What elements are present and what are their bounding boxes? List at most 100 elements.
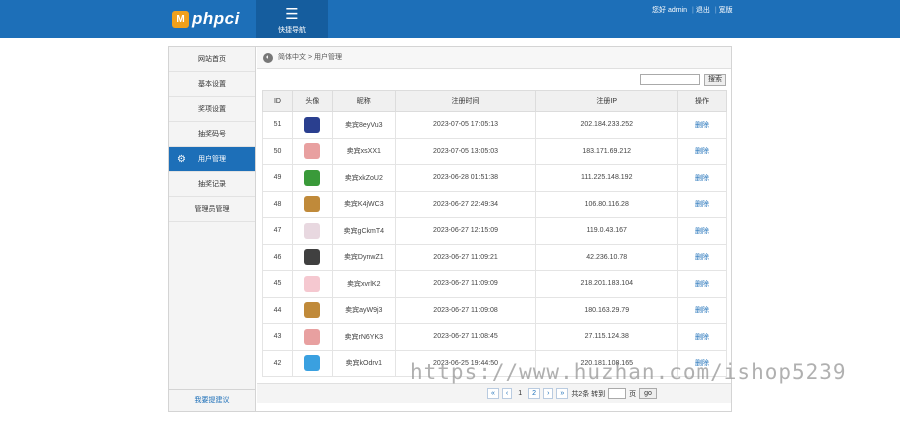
cell-avatar [291,323,333,351]
globe-icon: ◐ [263,52,273,63]
cell-reg-ip: 180.163.29.79 [535,296,679,324]
sidebar-item-lottery-codes[interactable]: 抽奖码号 [169,122,255,147]
breadcrumb-text: 简体中文 > 用户管理 [278,53,342,61]
logo[interactable]: M phpci [172,9,240,29]
cell-nickname: 卖宾K4jWC3 [331,190,396,218]
delete-link[interactable]: 删除 [677,111,727,139]
content-area: ◐ 简体中文 > 用户管理 搜索 ID 头像 昵称 注册时间 注册IP 操作 5… [257,47,731,411]
logo-text: phpci [192,9,240,28]
page-jump-input[interactable] [608,388,627,399]
sidebar-item-admin-management[interactable]: 管理员管理 [169,197,255,222]
page-number[interactable]: 1 [515,390,525,397]
go-button[interactable]: go [639,388,657,399]
cell-id: 42 [262,349,293,377]
delete-link[interactable]: 删除 [677,137,727,165]
cell-id: 43 [262,323,293,351]
sidebar-item-label: 基本设置 [198,81,226,88]
page-number-current[interactable]: 2 [528,388,541,399]
last-page-button[interactable]: » [556,388,569,399]
cell-avatar [291,243,333,271]
sidebar-item-basic-settings[interactable]: 基本设置 [169,72,255,97]
avatar [304,196,321,213]
cell-reg-time: 2023-06-27 22:49:34 [394,190,537,218]
cell-avatar [291,137,333,165]
delete-link[interactable]: 删除 [677,164,727,192]
table-row: 45 卖宾xvrlK2 2023-06-27 11:09:09 218.201.183… [262,270,727,298]
quick-nav-button[interactable]: ☰ 快捷导航 [256,0,328,38]
cell-avatar [291,111,333,139]
sidebar-item-lottery-records[interactable]: 抽奖记录 [169,172,255,197]
delete-link[interactable]: 删除 [677,296,727,324]
cell-reg-time: 2023-06-27 11:09:08 [394,296,537,324]
column-header-reg-ip: 注册IP [535,90,679,112]
avatar [304,275,321,292]
cell-avatar [291,164,333,192]
cell-avatar [291,270,333,298]
feedback-link[interactable]: 我要提建议 [169,389,255,411]
table-row: 46 卖宾DynwZ1 2023-06-27 11:09:21 42.236.10.7… [262,243,727,271]
cell-nickname: 卖宾gCkmT4 [331,217,396,245]
next-page-button[interactable]: › [543,388,554,399]
sidebar-item-user-management[interactable]: ⚙ 用户管理 [169,147,255,172]
page-unit: 页 [629,390,637,398]
cell-reg-ip: 183.171.69.212 [535,137,679,165]
cell-id: 46 [262,243,293,271]
home-link[interactable]: 宽版 [719,7,733,14]
prev-page-button[interactable]: ‹ [501,388,513,399]
search-input[interactable] [640,74,700,85]
table-header-row: ID 头像 昵称 注册时间 注册IP 操作 [262,90,727,112]
cell-avatar [291,349,333,377]
cell-reg-ip: 202.184.233.252 [535,111,679,139]
table-row: 48 卖宾K4jWC3 2023-06-27 22:49:34 106.80.116.… [262,190,727,218]
column-header-nickname: 昵称 [331,90,396,112]
cell-nickname: 卖宾8eyVu3 [331,111,396,139]
pagination: « ‹ 1 2 › » 共2条 转到 页 go [257,383,731,403]
delete-link[interactable]: 删除 [677,217,727,245]
avatar [304,169,321,186]
column-header-avatar: 头像 [291,90,333,112]
sidebar-item-label: 管理员管理 [194,206,230,213]
cell-id: 47 [262,217,293,245]
cell-id: 44 [262,296,293,324]
table-row: 44 卖宾ayW9j3 2023-06-27 11:09:08 180.163.29.… [262,296,727,324]
cell-reg-ip: 119.0.43.167 [535,217,679,245]
greeting: 您好 admin [652,7,688,14]
column-header-id: ID [262,90,293,112]
first-page-button[interactable]: « [487,388,499,399]
cell-reg-ip: 106.80.116.28 [535,190,679,218]
cell-id: 49 [262,164,293,192]
logo-badge: M [172,10,189,28]
search-row: 搜索 [257,69,731,89]
delete-link[interactable]: 删除 [677,323,727,351]
cell-reg-time: 2023-06-28 01:51:38 [394,164,537,192]
table-row: 50 卖宾xsXX1 2023-07-05 13:05:03 183.171.69.2… [262,137,727,165]
avatar [304,222,321,239]
user-table: ID 头像 昵称 注册时间 注册IP 操作 51 卖宾8eyVu3 2023-07-… [262,90,727,377]
column-header-actions: 操作 [677,90,727,112]
delete-link[interactable]: 删除 [677,190,727,218]
main-panel: 网站首页 基本设置 奖项设置 抽奖码号 ⚙ 用户管理 抽奖记录 管理员管理 我要提… [168,46,732,412]
cell-reg-ip: 111.225.148.192 [535,164,679,192]
cell-reg-ip: 42.236.10.78 [535,243,679,271]
cell-nickname: 卖宾DynwZ1 [331,243,396,271]
cell-reg-time: 2023-06-27 11:09:09 [394,270,537,298]
cell-reg-time: 2023-07-05 13:05:03 [394,137,537,165]
gear-icon: ⚙ [177,154,186,165]
logout-link[interactable]: 退出 [696,7,710,14]
sidebar-item-prize-settings[interactable]: 奖项设置 [169,97,255,122]
cell-reg-ip: 218.201.183.104 [535,270,679,298]
cell-id: 48 [262,190,293,218]
cell-nickname: 卖宾rN6YK3 [331,323,396,351]
breadcrumb: ◐ 简体中文 > 用户管理 [257,47,731,69]
avatar [304,302,321,319]
sidebar-item-label: 抽奖码号 [198,131,226,138]
sidebar-item-home[interactable]: 网站首页 [169,47,255,72]
user-links: 您好 admin | 退出 | 宽版 [652,7,733,14]
cell-reg-ip: 27.115.124.38 [535,323,679,351]
sidebar-item-label: 网站首页 [198,56,226,63]
sidebar-item-label: 奖项设置 [198,106,226,113]
cell-nickname: 卖宾kOdrv1 [331,349,396,377]
delete-link[interactable]: 删除 [677,243,727,271]
search-button[interactable]: 搜索 [704,74,726,86]
delete-link[interactable]: 删除 [677,270,727,298]
